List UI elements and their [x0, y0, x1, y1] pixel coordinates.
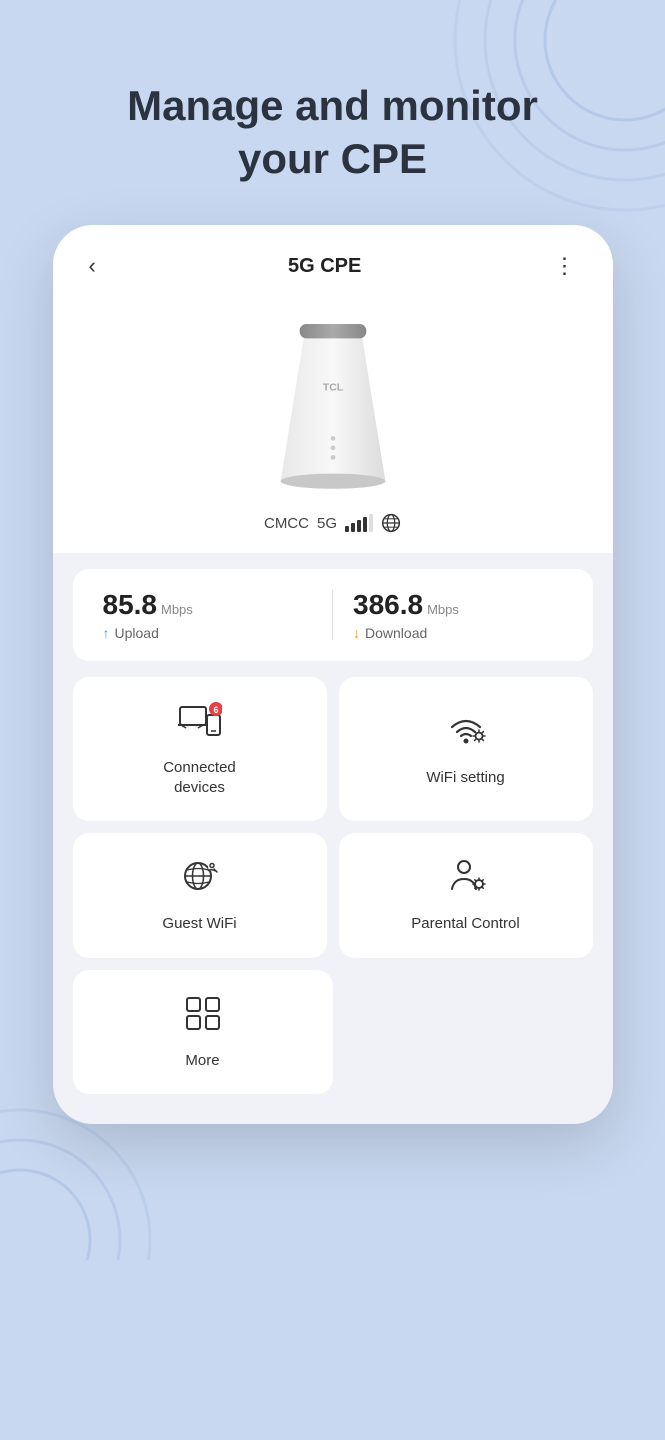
back-button[interactable]: ‹ [81, 249, 104, 283]
more-options-button[interactable]: ⋮ [546, 249, 585, 283]
wifi-setting-label: WiFi setting [426, 768, 504, 788]
carrier-label: CMCC [264, 515, 309, 532]
svg-text:TCL: TCL [322, 383, 343, 394]
more-card[interactable]: More [73, 970, 333, 1095]
connected-devices-card[interactable]: 6 Connecteddevices [73, 677, 327, 821]
download-speed: 386.8 Mbps ↓ Download [353, 589, 563, 641]
wifi-setting-card[interactable]: WiFi setting [339, 677, 593, 821]
guest-wifi-card[interactable]: Guest WiFi [73, 833, 327, 958]
signal-info: CMCC 5G [264, 513, 401, 533]
guest-wifi-label: Guest WiFi [162, 914, 236, 934]
connected-devices-label: Connecteddevices [163, 758, 236, 797]
speed-card: 85.8 Mbps ↑ Upload 386.8 Mbps ↓ Download [73, 569, 593, 661]
parental-control-label: Parental Control [411, 914, 519, 934]
speed-divider [332, 590, 333, 640]
guest-wifi-icon [178, 857, 222, 904]
page-title: 5G CPE [288, 255, 361, 278]
more-label: More [185, 1051, 219, 1071]
upload-speed: 85.8 Mbps ↑ Upload [103, 589, 313, 641]
bottom-row: More [73, 970, 593, 1095]
download-arrow-icon: ↓ [353, 625, 360, 641]
wifi-setting-icon [444, 711, 488, 758]
parental-control-card[interactable]: Parental Control [339, 833, 593, 958]
phone-header: ‹ 5G CPE ⋮ [53, 225, 613, 295]
globe-icon [381, 513, 401, 533]
connected-devices-icon: 6 [178, 701, 222, 748]
hero-title: Manage and monitor your CPE [127, 80, 538, 185]
feature-grid: 6 Connecteddevices [73, 677, 593, 958]
device-area: TCL CMCC 5G [53, 295, 613, 553]
download-label: Download [365, 625, 427, 641]
signal-bars-icon [345, 514, 373, 532]
parental-control-icon [444, 857, 488, 904]
upload-arrow-icon: ↑ [103, 625, 110, 641]
download-value: 386.8 Mbps [353, 589, 563, 621]
more-icon [183, 994, 223, 1041]
upload-value: 85.8 Mbps [103, 589, 313, 621]
phone-mockup: ‹ 5G CPE ⋮ [53, 225, 613, 1124]
network-type-label: 5G [317, 515, 337, 532]
upload-label: Upload [115, 625, 159, 641]
svg-text:6: 6 [213, 705, 218, 715]
cpe-device-image: TCL [243, 305, 423, 505]
